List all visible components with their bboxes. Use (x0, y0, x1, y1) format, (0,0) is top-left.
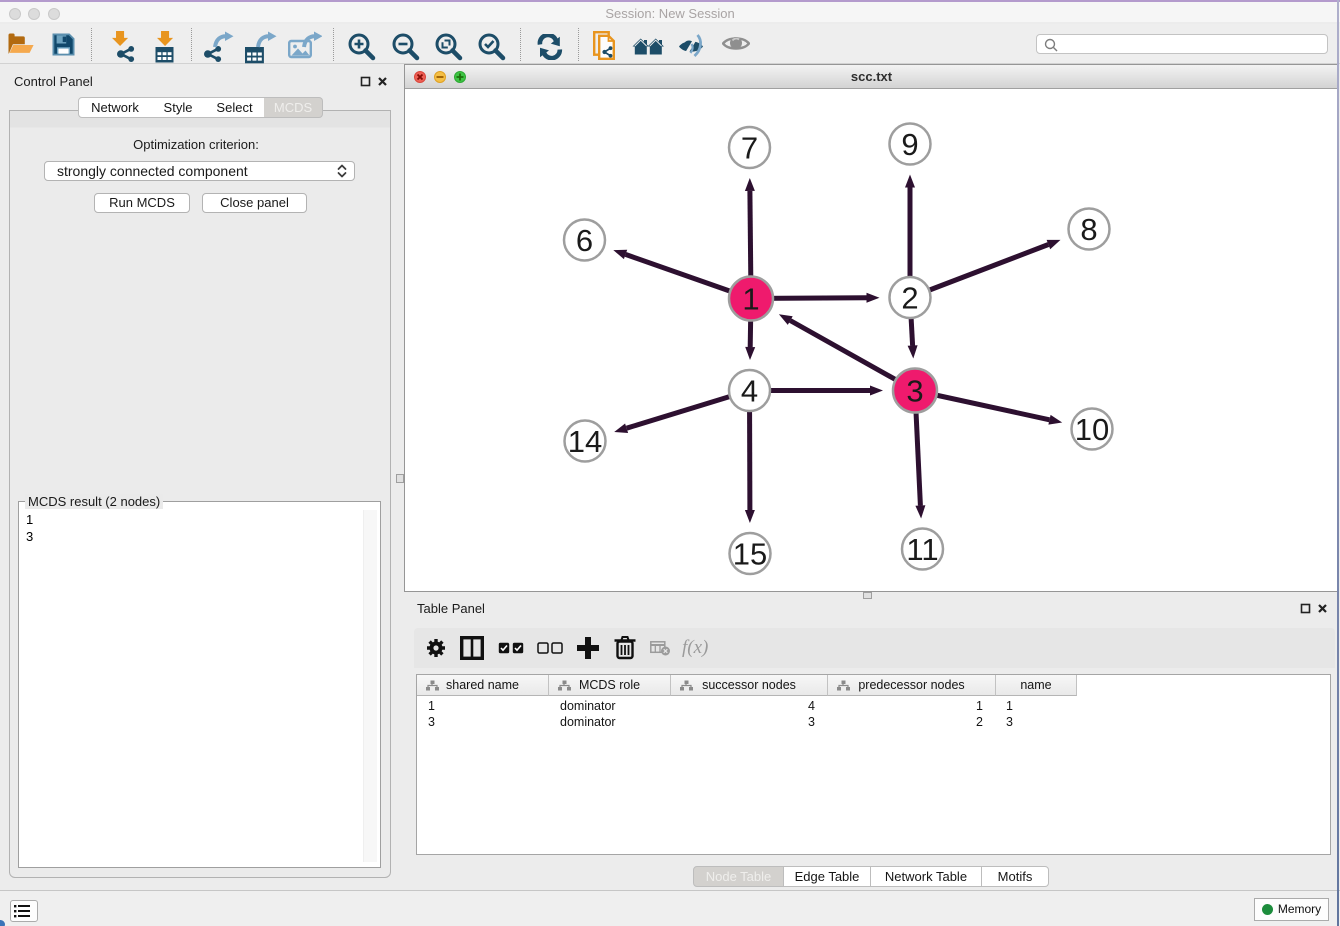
svg-text:10: 10 (1075, 412, 1109, 447)
svg-text:1: 1 (742, 282, 759, 317)
svg-text:15: 15 (733, 537, 767, 572)
svg-text:6: 6 (576, 223, 593, 258)
svg-text:8: 8 (1080, 212, 1097, 247)
svg-text:3: 3 (906, 374, 923, 409)
svg-text:9: 9 (901, 127, 918, 162)
svg-text:11: 11 (906, 532, 938, 567)
svg-text:f(x): f(x) (682, 637, 708, 658)
svg-text:4: 4 (741, 374, 758, 409)
svg-text:2: 2 (901, 281, 918, 316)
svg-text:7: 7 (741, 131, 758, 166)
svg-text:14: 14 (568, 424, 602, 459)
